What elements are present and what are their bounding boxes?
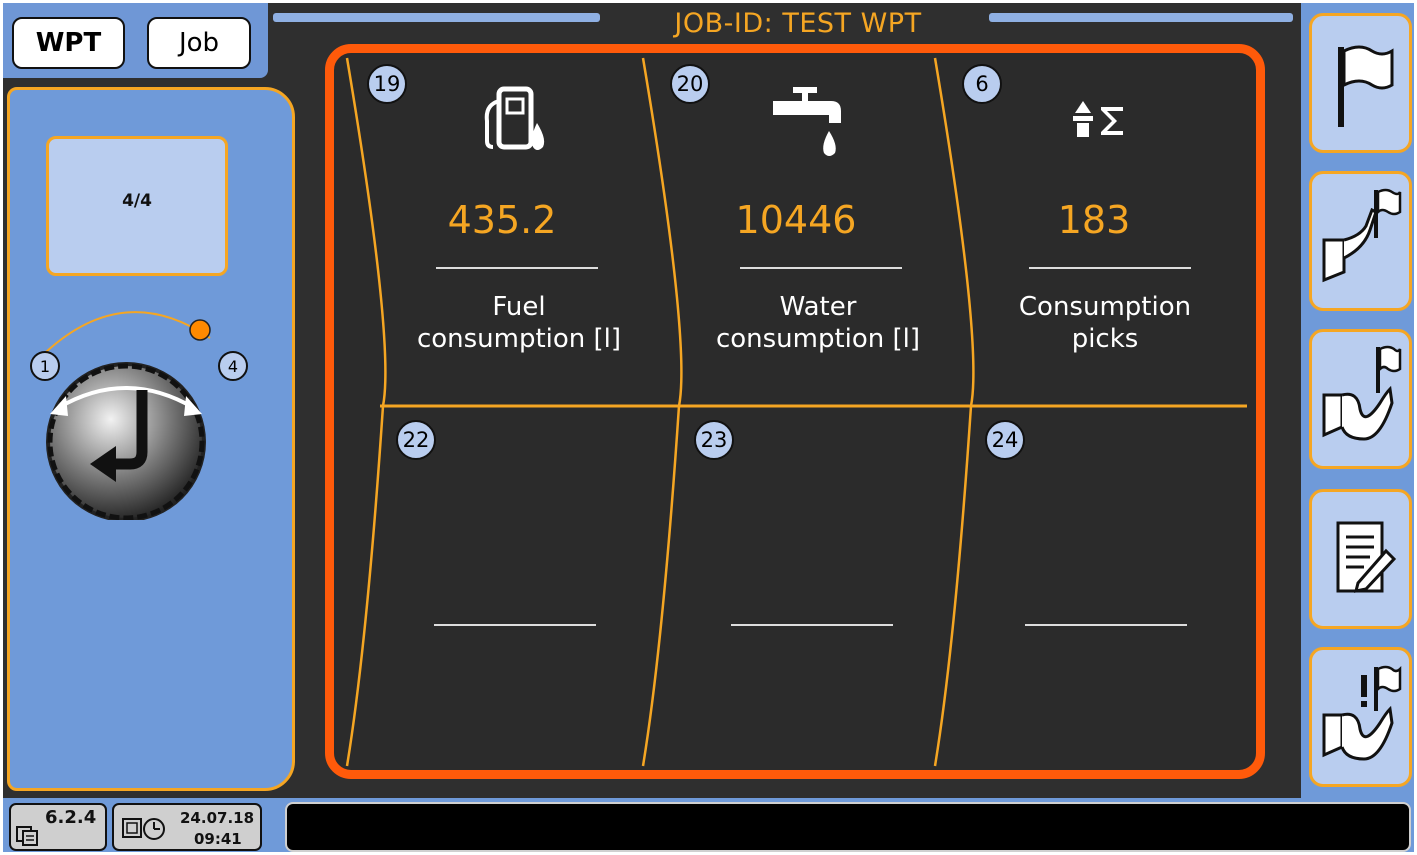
flag-icon xyxy=(1337,45,1393,127)
flag-alert-icon xyxy=(1322,665,1401,761)
top-bar-left xyxy=(273,13,600,22)
wave-path-flag-button[interactable] xyxy=(1309,329,1412,469)
version-label: 6.2.4 xyxy=(45,807,97,828)
notes-button[interactable] xyxy=(1309,489,1412,629)
date-label: 24.07.18 xyxy=(180,809,255,827)
tile-number: 22 xyxy=(396,420,436,460)
tile-underline xyxy=(740,267,902,269)
fuel-pump-icon xyxy=(484,86,545,150)
tile-value: 183 xyxy=(1057,198,1131,242)
tile-value: 10446 xyxy=(735,198,857,242)
tile-value: 435.2 xyxy=(447,198,557,242)
tile-label-line1: Fuel xyxy=(492,292,546,322)
notepad-edit-icon xyxy=(1336,521,1396,593)
tile-underline xyxy=(436,267,598,269)
message-bar xyxy=(285,802,1411,852)
screen: WPT Job JOB-ID: TEST WPT 4/4 1 4 19 435.… xyxy=(3,3,1414,852)
dial-min-label: 1 xyxy=(30,351,60,381)
tile-number: 23 xyxy=(694,420,734,460)
top-bar-right xyxy=(989,13,1293,22)
dial-max-label: 4 xyxy=(218,351,248,381)
tile-underline xyxy=(731,624,893,626)
dial-arc xyxy=(45,311,211,353)
version-box[interactable]: 6.2.4 xyxy=(9,803,107,851)
tile-label-line2: picks xyxy=(1071,324,1139,354)
tile-label-line2: consumption [l] xyxy=(416,324,622,354)
tile-number: 6 xyxy=(962,64,1002,104)
path-flag-button[interactable] xyxy=(1309,171,1412,311)
time-label: 09:41 xyxy=(194,830,242,848)
selector-dial[interactable] xyxy=(10,290,292,520)
tile-number: 19 xyxy=(367,64,407,104)
tile-number: 20 xyxy=(670,64,710,104)
tile-label-line2: consumption [l] xyxy=(715,324,921,354)
page-indicator[interactable]: 4/4 xyxy=(46,136,228,276)
flag-button[interactable] xyxy=(1309,13,1412,153)
pick-sum-icon xyxy=(1073,101,1123,137)
datetime-box[interactable]: 24.07.18 09:41 xyxy=(112,803,262,851)
tile-underline xyxy=(1029,267,1191,269)
tile-underline xyxy=(434,624,596,626)
left-panel: 4/4 1 4 xyxy=(7,87,295,791)
tile-label-line1: Consumption xyxy=(1018,292,1192,322)
alert-flag-button[interactable] xyxy=(1309,647,1412,787)
clock-calendar-icon xyxy=(122,818,165,840)
water-tap-icon xyxy=(773,87,841,156)
tab-wpt[interactable]: WPT xyxy=(12,17,125,69)
job-id-title: JOB-ID: TEST WPT xyxy=(674,8,922,39)
copy-pages-icon xyxy=(16,826,38,846)
dial-position-marker xyxy=(189,319,211,341)
tile-underline xyxy=(1025,624,1187,626)
flag-wave-path-icon xyxy=(1322,345,1401,441)
flag-path-icon xyxy=(1322,188,1401,283)
tile-label-line1: Water xyxy=(779,292,857,322)
tile-number: 24 xyxy=(985,420,1025,460)
tab-job[interactable]: Job xyxy=(147,17,251,69)
